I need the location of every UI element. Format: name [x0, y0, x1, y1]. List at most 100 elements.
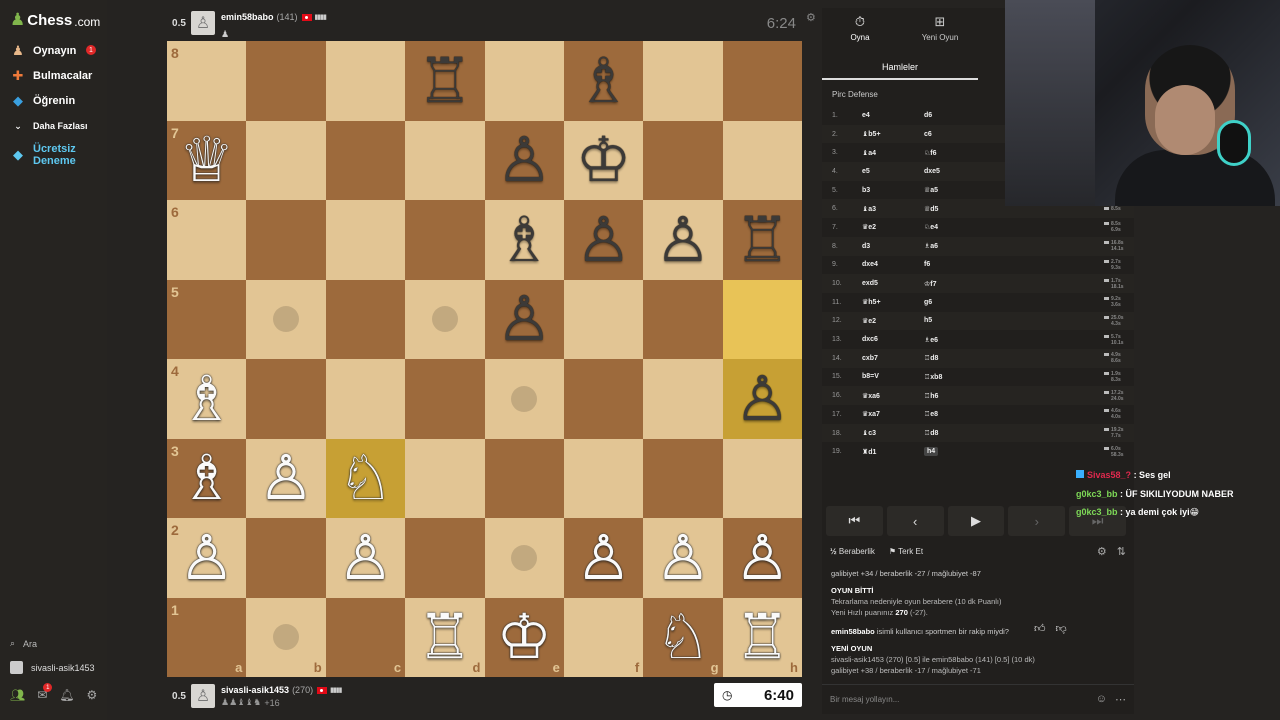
first-move-button[interactable]: ⏮	[826, 506, 883, 536]
bottom-player-name[interactable]: sivasli-asik1453	[221, 685, 289, 695]
square-d4[interactable]	[405, 359, 485, 439]
next-move-button[interactable]: ›	[1008, 506, 1066, 536]
sidebar-item-puzzles[interactable]: ✚ Bulmacalar	[10, 68, 93, 84]
board-settings-gear-icon[interactable]: ⚙	[806, 11, 816, 24]
white-queen-piece[interactable]: ♕	[179, 129, 235, 191]
square-h4[interactable]: ♙	[722, 359, 802, 439]
square-e2[interactable]	[484, 518, 564, 598]
resign-button[interactable]: ⚑ Terk Et	[889, 547, 923, 556]
bell-icon[interactable]: 🔔︎	[59, 688, 74, 702]
white-move[interactable]: ♝a4	[862, 149, 924, 157]
square-f6[interactable]: ♙	[563, 200, 644, 280]
play-moves-button[interactable]: ▶	[947, 506, 1005, 536]
square-f2[interactable]: ♙	[563, 518, 644, 598]
white-move[interactable]: dxe4	[862, 261, 924, 268]
white-move[interactable]: ♛xa6	[862, 392, 924, 400]
square-e6[interactable]: ♗	[484, 200, 564, 280]
square-c6[interactable]	[325, 200, 406, 280]
black-move[interactable]: c6	[924, 131, 984, 138]
black-move[interactable]: dxe5	[924, 168, 984, 175]
white-move[interactable]: b3	[862, 187, 924, 194]
square-e7[interactable]: ♙	[484, 120, 564, 200]
top-player-name[interactable]: emin58babo	[221, 12, 274, 22]
previous-move-button[interactable]: ‹	[886, 506, 944, 536]
square-g2[interactable]: ♙	[643, 518, 723, 598]
square-a6[interactable]: 6	[167, 200, 247, 280]
chess-board[interactable]: 8 ♖ ♗ 7 ♕ ♙ ♔ 6 ♗ ♙ ♙ ♖ 5 ♙ 4 ♗ ♙ 3 ♗ ♙ ♘ 2 ♙ ♙ ♙ ♙ ♙ 1 a b c d ♖ e ♔ f g ♘ h ♖	[167, 41, 802, 677]
black-move[interactable]: ♖xb8	[924, 373, 984, 381]
white-move[interactable]: dxc6	[862, 336, 924, 343]
square-e8[interactable]	[484, 41, 564, 121]
white-move[interactable]: e5	[862, 168, 924, 175]
square-e1[interactable]: e ♔	[484, 597, 564, 677]
white-move[interactable]: b8=V	[862, 373, 924, 380]
black-bishop-piece[interactable]: ♗	[496, 208, 552, 271]
square-d1[interactable]: d ♖	[405, 597, 485, 677]
flip-board-icon[interactable]: ⇅	[1117, 545, 1126, 558]
white-pawn-piece[interactable]: ♙	[576, 526, 632, 589]
sidebar-user[interactable]: sivasli-asik1453	[10, 661, 95, 674]
white-move[interactable]: ♜d1	[862, 448, 924, 456]
white-rook-piece[interactable]: ♖	[417, 606, 473, 668]
white-knight-piece[interactable]: ♘	[655, 606, 711, 668]
square-g6[interactable]: ♙	[643, 200, 723, 280]
square-h1[interactable]: h ♖	[722, 597, 802, 677]
white-bishop-piece[interactable]: ♗	[179, 367, 235, 430]
white-move[interactable]: d3	[862, 243, 924, 250]
square-d2[interactable]	[405, 518, 485, 598]
white-move[interactable]: ♛e2	[862, 317, 924, 325]
more-icon[interactable]: ⋯	[1115, 693, 1126, 706]
square-b4[interactable]	[246, 359, 326, 439]
square-c8[interactable]	[325, 41, 406, 121]
white-pawn-piece[interactable]: ♙	[258, 447, 314, 509]
bottom-player-avatar[interactable]: ♙	[191, 684, 215, 708]
sidebar-item-learn[interactable]: ◆ Öğrenin	[10, 93, 75, 109]
square-c2[interactable]: ♙	[325, 518, 406, 598]
thumbs-up-icon[interactable]: 👍︎	[1034, 622, 1046, 635]
square-f8[interactable]: ♗	[563, 41, 644, 121]
legal-move-dot[interactable]	[273, 306, 300, 333]
square-a2[interactable]: 2 ♙	[167, 518, 247, 598]
white-move[interactable]: e4	[862, 112, 924, 119]
square-h7[interactable]	[722, 120, 802, 200]
square-e3[interactable]	[484, 438, 564, 518]
square-f3[interactable]	[563, 438, 644, 518]
square-b8[interactable]	[246, 41, 326, 121]
white-move[interactable]: ♝b5+	[862, 130, 924, 138]
white-king-piece[interactable]: ♔	[496, 606, 552, 668]
black-move[interactable]: ♘e4	[924, 223, 984, 231]
chesscom-logo[interactable]: ♟ Chess .com	[10, 10, 100, 30]
white-pawn-piece[interactable]: ♙	[179, 526, 235, 589]
white-move[interactable]: ♛e2	[862, 223, 924, 231]
square-a5[interactable]: 5	[167, 279, 247, 359]
square-g8[interactable]	[643, 41, 723, 121]
black-move[interactable]: ♘f6	[924, 149, 984, 157]
opening-name[interactable]: Pirc Defense	[832, 90, 878, 99]
black-move[interactable]: ♖d8	[924, 354, 984, 362]
square-a1[interactable]: 1a	[167, 597, 247, 677]
square-c7[interactable]	[325, 120, 406, 200]
black-move[interactable]: ♕d5	[924, 205, 984, 213]
square-b7[interactable]	[246, 120, 326, 200]
black-move[interactable]: h5	[924, 317, 984, 324]
square-g5[interactable]	[643, 279, 723, 359]
black-bishop-piece[interactable]: ♗	[576, 49, 632, 112]
square-f5[interactable]	[563, 279, 644, 359]
black-pawn-piece[interactable]: ♙	[735, 367, 791, 430]
black-move[interactable]: ♖d8	[924, 429, 984, 437]
square-a7[interactable]: 7 ♕	[167, 120, 247, 200]
black-pawn-piece[interactable]: ♙	[496, 288, 552, 350]
square-g3[interactable]	[643, 438, 723, 518]
draw-button[interactable]: ½ Beraberlik	[830, 547, 875, 556]
white-pawn-piece[interactable]: ♙	[655, 526, 711, 589]
tab-new-game[interactable]: ⊞ Yeni Oyun	[902, 8, 978, 48]
white-move[interactable]: ♛xa7	[862, 410, 924, 418]
white-move[interactable]: cxb7	[862, 355, 924, 362]
square-h8[interactable]	[722, 41, 802, 121]
black-king-piece[interactable]: ♔	[576, 129, 632, 191]
square-f7[interactable]: ♔	[563, 120, 644, 200]
square-h5[interactable]	[722, 279, 802, 359]
mail-icon[interactable]: ✉ 1	[37, 683, 53, 702]
white-bishop-piece[interactable]: ♗	[179, 447, 235, 509]
square-d7[interactable]	[405, 120, 485, 200]
